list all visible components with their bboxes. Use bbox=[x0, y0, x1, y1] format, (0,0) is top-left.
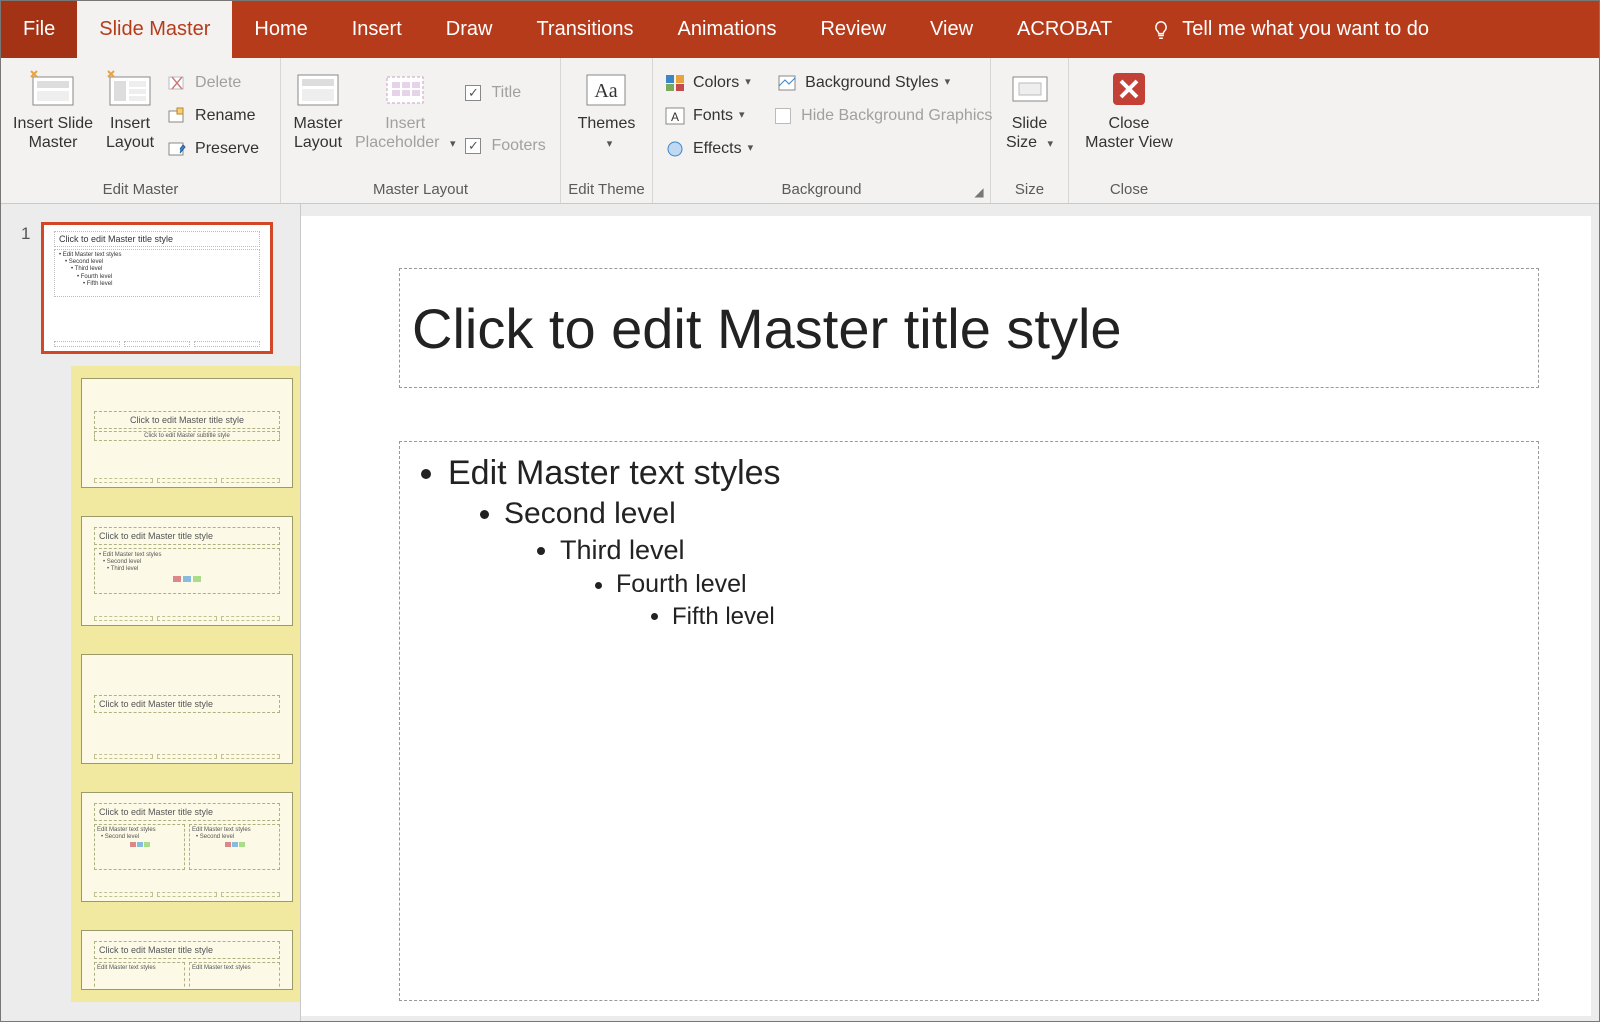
chevron-down-icon: ▾ bbox=[450, 138, 456, 150]
title-checkbox[interactable]: ✓ Title bbox=[461, 76, 549, 109]
background-styles-icon bbox=[775, 72, 799, 94]
group-label-edit-theme: Edit Theme bbox=[567, 179, 646, 201]
layout-thumbnail[interactable]: Click to edit Master title style Edit Ma… bbox=[81, 792, 293, 902]
group-background: Colors ▾ A Fonts ▾ Effects ▾ bbox=[653, 58, 991, 203]
close-icon bbox=[1104, 66, 1154, 112]
tell-me-search[interactable]: Tell me what you want to do bbox=[1140, 1, 1447, 58]
slide-master-canvas[interactable]: Click to edit Master title style Edit Ma… bbox=[301, 216, 1591, 1016]
layouts-highlighted-group: Click to edit Master title style Click t… bbox=[71, 366, 301, 1002]
insert-slide-master-button[interactable]: Insert Slide Master bbox=[7, 62, 99, 156]
insert-slide-master-label: Insert Slide Master bbox=[13, 114, 93, 152]
tab-insert[interactable]: Insert bbox=[330, 1, 424, 58]
tab-acrobat[interactable]: ACROBAT bbox=[995, 1, 1134, 58]
tab-view[interactable]: View bbox=[908, 1, 995, 58]
tab-animations[interactable]: Animations bbox=[656, 1, 799, 58]
group-edit-theme: Aa Themes▾ Edit Theme bbox=[561, 58, 653, 203]
slide-canvas-area[interactable]: Click to edit Master title style Edit Ma… bbox=[301, 204, 1599, 1021]
group-label-background: Background bbox=[659, 179, 984, 201]
layout-thumbnail[interactable]: Click to edit Master title style bbox=[81, 654, 293, 764]
themes-button[interactable]: Aa Themes▾ bbox=[572, 62, 642, 156]
chevron-down-icon: ▾ bbox=[745, 77, 751, 88]
rename-button[interactable]: Rename bbox=[161, 99, 263, 132]
master-layout-button[interactable]: Master Layout bbox=[287, 62, 349, 156]
editor-zone: 1 Click to edit Master title style • Edi… bbox=[1, 204, 1599, 1021]
slide-size-button[interactable]: Slide Size ▾ bbox=[999, 62, 1061, 156]
chevron-down-icon: ▾ bbox=[739, 110, 745, 121]
insert-layout-label: Insert Layout bbox=[106, 114, 154, 152]
tell-me-placeholder: Tell me what you want to do bbox=[1182, 18, 1429, 41]
group-close: Close Master View Close bbox=[1069, 58, 1189, 203]
group-label-master-layout: Master Layout bbox=[287, 179, 554, 201]
fonts-button[interactable]: A Fonts ▾ bbox=[659, 99, 757, 132]
svg-text:A: A bbox=[671, 110, 679, 124]
chevron-down-icon: ▾ bbox=[607, 138, 613, 150]
background-styles-button[interactable]: Background Styles ▾ bbox=[771, 66, 996, 99]
slide-master-icon bbox=[28, 66, 78, 112]
thumbnail-panel[interactable]: 1 Click to edit Master title style • Edi… bbox=[1, 204, 301, 1021]
tab-transitions[interactable]: Transitions bbox=[514, 1, 655, 58]
layout-thumbnail[interactable]: Click to edit Master title style Edit Ma… bbox=[81, 930, 293, 990]
tab-strip: File Slide Master Home Insert Draw Trans… bbox=[1, 1, 1599, 58]
effects-icon bbox=[663, 138, 687, 160]
preserve-icon bbox=[165, 138, 189, 160]
colors-button[interactable]: Colors ▾ bbox=[659, 66, 757, 99]
group-master-layout: Master Layout Insert Placeholder ▾ ✓ Tit… bbox=[281, 58, 561, 203]
checkbox-icon: ✓ bbox=[465, 85, 481, 101]
delete-button[interactable]: Delete bbox=[161, 66, 263, 99]
body-placeholder[interactable]: Edit Master text styles Second level Thi… bbox=[399, 441, 1539, 1001]
tab-home[interactable]: Home bbox=[232, 1, 329, 58]
checkbox-icon: ✓ bbox=[465, 138, 481, 154]
rename-icon bbox=[165, 105, 189, 127]
tab-file[interactable]: File bbox=[1, 1, 77, 58]
tab-slide-master[interactable]: Slide Master bbox=[77, 1, 232, 58]
svg-text:Aa: Aa bbox=[595, 80, 618, 102]
master-layout-icon bbox=[293, 66, 343, 112]
layout-icon bbox=[105, 66, 155, 112]
group-label-close: Close bbox=[1075, 179, 1183, 201]
placeholder-icon bbox=[380, 66, 430, 112]
tab-draw[interactable]: Draw bbox=[424, 1, 515, 58]
master-slide-number: 1 bbox=[21, 222, 41, 244]
group-label-size: Size bbox=[997, 179, 1062, 201]
colors-icon bbox=[663, 72, 687, 94]
footers-checkbox[interactable]: ✓ Footers bbox=[461, 129, 549, 162]
delete-icon bbox=[165, 72, 189, 94]
themes-icon: Aa bbox=[581, 66, 631, 112]
master-slide-thumbnail[interactable]: Click to edit Master title style • Edit … bbox=[41, 222, 273, 354]
group-edit-master: Insert Slide Master Insert Layout bbox=[1, 58, 281, 203]
layout-thumbnail[interactable]: Click to edit Master title style • Edit … bbox=[81, 516, 293, 626]
slide-size-icon bbox=[1005, 66, 1055, 112]
lightbulb-icon bbox=[1150, 19, 1172, 41]
checkbox-icon bbox=[775, 108, 791, 124]
insert-placeholder-button[interactable]: Insert Placeholder ▾ bbox=[349, 62, 461, 156]
ribbon: Insert Slide Master Insert Layout bbox=[1, 58, 1599, 204]
tab-review[interactable]: Review bbox=[798, 1, 908, 58]
insert-layout-button[interactable]: Insert Layout bbox=[99, 62, 161, 156]
group-size: Slide Size ▾ Size bbox=[991, 58, 1069, 203]
background-dialog-launcher[interactable]: ◢ bbox=[972, 185, 986, 199]
chevron-down-icon: ▾ bbox=[748, 143, 754, 154]
chevron-down-icon: ▾ bbox=[945, 77, 951, 88]
fonts-icon: A bbox=[663, 105, 687, 127]
chevron-down-icon: ▾ bbox=[1048, 138, 1054, 150]
effects-button[interactable]: Effects ▾ bbox=[659, 132, 757, 165]
hide-background-checkbox[interactable]: Hide Background Graphics bbox=[771, 99, 996, 132]
group-label-edit-master: Edit Master bbox=[7, 179, 274, 201]
title-placeholder[interactable]: Click to edit Master title style bbox=[399, 268, 1539, 388]
layout-thumbnail[interactable]: Click to edit Master title style Click t… bbox=[81, 378, 293, 488]
preserve-button[interactable]: Preserve bbox=[161, 132, 263, 165]
close-master-view-button[interactable]: Close Master View bbox=[1079, 62, 1179, 156]
